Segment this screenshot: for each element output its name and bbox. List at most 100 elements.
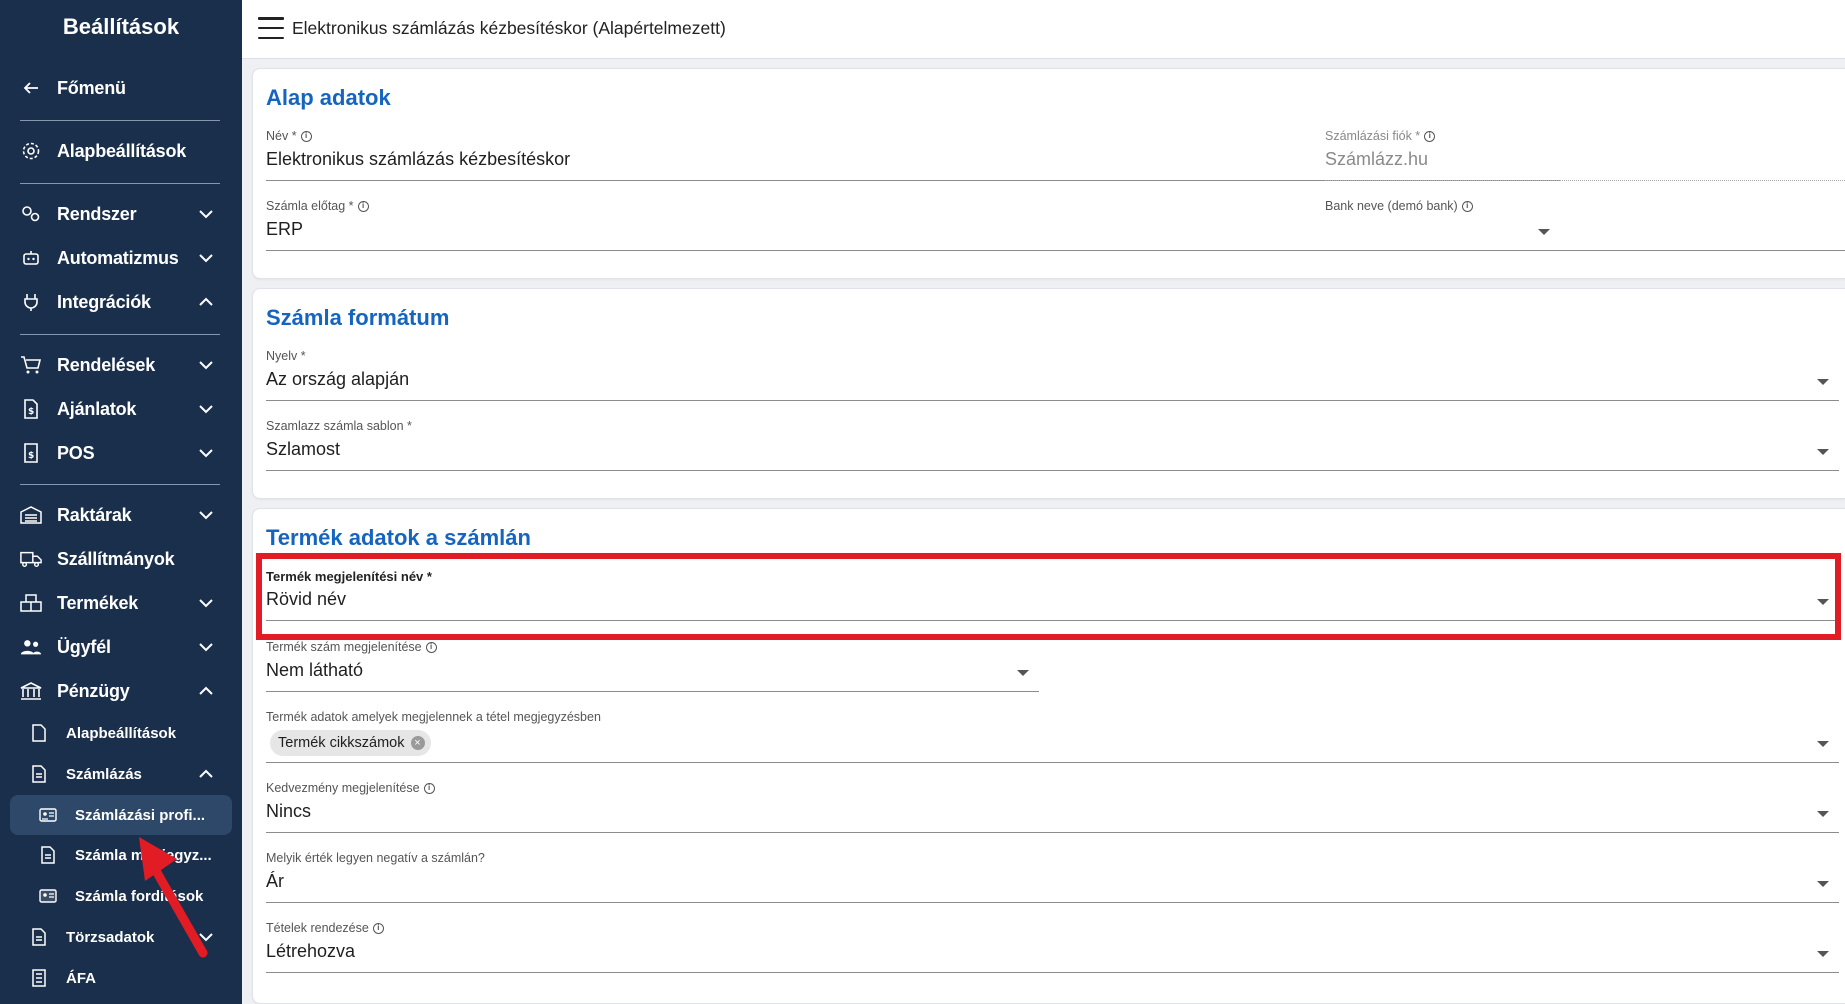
dropdown-caret-icon [1817,811,1829,817]
chevron-down-icon [196,443,216,463]
chevron-down-icon [196,355,216,375]
name-value: Elektronikus számlázás kézbesítéskor [266,149,571,169]
sidebar-sub-invoicing[interactable]: Számlázás [0,756,242,792]
sidebar-item-label: Rendelések [57,354,156,375]
chevron-up-icon [196,764,216,784]
sidebar-divider [20,334,220,335]
section-title: Termék adatok a számlán [266,525,531,550]
chevron-down-icon [196,593,216,613]
sidebar-item-orders[interactable]: Rendelések [0,345,242,385]
hamburger-menu-icon[interactable] [258,17,284,39]
field-label: Tételek rendezése i [266,921,384,935]
sidebar-sub-invoice-notes[interactable]: Számla megjegyz... [0,837,242,873]
discount-display-value: Nincs [266,801,312,821]
receipt-icon [30,969,48,987]
page-title: Elektronikus számlázás kézbesítéskor (Al… [292,18,726,38]
truck-icon [20,548,42,570]
section-title: Számla formátum [266,305,450,330]
negative-value-select[interactable]: Melyik érték legyen negatív a számlán? Á… [266,851,1839,903]
product-number-display-select[interactable]: Termék szám megjelenítése i Nem látható [266,640,1039,692]
items-sort-select[interactable]: Tételek rendezése i Létrehozva [266,921,1839,973]
chevron-down-icon [196,248,216,268]
gears-icon [20,203,42,225]
dropdown-caret-icon [1817,741,1829,747]
bank-name-field[interactable]: Bank neve (demó bank) i [1325,199,1845,251]
sidebar-item-finance[interactable]: Pénzügy [0,671,242,711]
field-label: Bank neve (demó bank) i [1325,199,1473,213]
gear-icon [20,140,42,162]
sidebar-item-automation[interactable]: Automatizmus [0,238,242,278]
sidebar-item-warehouses[interactable]: Raktárak [0,495,242,535]
sidebar-sub-invoicing-profiles[interactable]: Számlázási profi... [10,795,232,835]
bank-icon [20,680,42,702]
items-sort-value: Létrehozva [266,941,356,961]
sidebar-sub-label: Törzsadatok [66,928,155,946]
sidebar-item-system[interactable]: Rendszer [0,194,242,234]
info-icon: i [300,130,312,142]
pos-icon: $ [20,442,42,464]
chip-remove-icon[interactable]: × [410,736,425,750]
product-notes-multiselect[interactable]: Termék adatok amelyek megjelennek a téte… [266,710,1839,763]
discount-display-select[interactable]: Kedvezmény megjelenítése i Nincs [266,781,1839,833]
chevron-down-icon [196,399,216,419]
info-icon: i [1424,130,1436,142]
boxes-icon [20,592,42,614]
invoice-template-select[interactable]: Szamlazz számla sablon * Szlamost [266,419,1839,471]
dropdown-caret-icon [1017,670,1029,676]
info-icon: i [425,641,437,653]
product-display-name-select[interactable]: Termék megjelenítési név * Rövid név [266,569,1839,621]
sidebar-item-integrations[interactable]: Integrációk [0,282,242,322]
invoice-icon [39,846,57,864]
language-select[interactable]: Nyelv * Az ország alapján [266,349,1839,401]
sidebar-item-products[interactable]: Termékek [0,583,242,623]
sidebar-sub-label: Alapbeállítások [66,724,177,742]
warehouse-icon [20,504,42,526]
invoice-icon [30,928,48,946]
billing-account-field: Számlázási fiók * i Számlázz.hu [1325,129,1845,181]
sidebar-item-shipments[interactable]: Szállítmányok [0,539,242,579]
sidebar-item-label: Raktárak [57,504,132,525]
selected-chip: Termék cikkszámok × [270,730,431,756]
chevron-up-icon [196,292,216,312]
sidebar-sub-invoice-translations[interactable]: Számla fordítások [0,878,242,914]
dropdown-caret-icon [1817,881,1829,887]
field-label: Termék adatok amelyek megjelennek a téte… [266,710,601,724]
field-label: Számlázási fiók * i [1325,129,1436,143]
sidebar-item-label: Integrációk [57,291,151,312]
product-number-display-value: Nem látható [266,660,364,680]
top-header: Elektronikus számlázás kézbesítéskor (Al… [242,0,1845,59]
chevron-down-icon [196,637,216,657]
basic-data-card: Alap adatok Név * i Elektronikus számlázá… [252,68,1845,279]
sidebar-sub-label: Számla fordítások [75,887,204,905]
sidebar-sub-label: Számlázás [66,765,142,783]
sidebar-item-label: Szállítmányok [57,548,175,569]
sidebar-item-label: Ügyfél [57,636,111,657]
chip-label: Termék cikkszámok [278,735,405,751]
section-title: Alap adatok [266,85,391,110]
field-label: Nyelv * [266,349,306,363]
field-label: Termék megjelenítési név * [266,569,432,584]
field-label: Név * i [266,129,312,143]
sidebar-sub-finance-basic[interactable]: Alapbeállítások [0,715,242,751]
sidebar-item-label: Rendszer [57,203,137,224]
sidebar-item-basic-settings[interactable]: Alapbeállítások [0,131,242,171]
svg-text:$: $ [28,407,34,417]
chevron-down-icon [196,204,216,224]
sidebar-sub-label: Számla megjegyz... [75,846,212,864]
sidebar-item-offers[interactable]: $ Ajánlatok [0,389,242,429]
field-label: Kedvezmény megjelenítése i [266,781,435,795]
sidebar-sub-vat[interactable]: ÁFA [0,960,242,996]
chevron-down-icon [196,505,216,525]
chevron-down-icon [196,927,216,947]
robot-icon [20,247,42,269]
offer-icon: $ [20,398,42,420]
sidebar-divider [20,120,220,121]
invoice-prefix-value: ERP [266,219,304,239]
sidebar-item-pos[interactable]: $ POS [0,433,242,473]
id-card-icon [39,806,57,824]
sidebar-back-link[interactable]: Főmenü [0,68,242,108]
sidebar-item-customers[interactable]: Ügyfél [0,627,242,667]
field-label: Melyik érték legyen negatív a számlán? [266,851,485,865]
sidebar-sub-master-data[interactable]: Törzsadatok [0,919,242,955]
plug-icon [20,291,42,313]
